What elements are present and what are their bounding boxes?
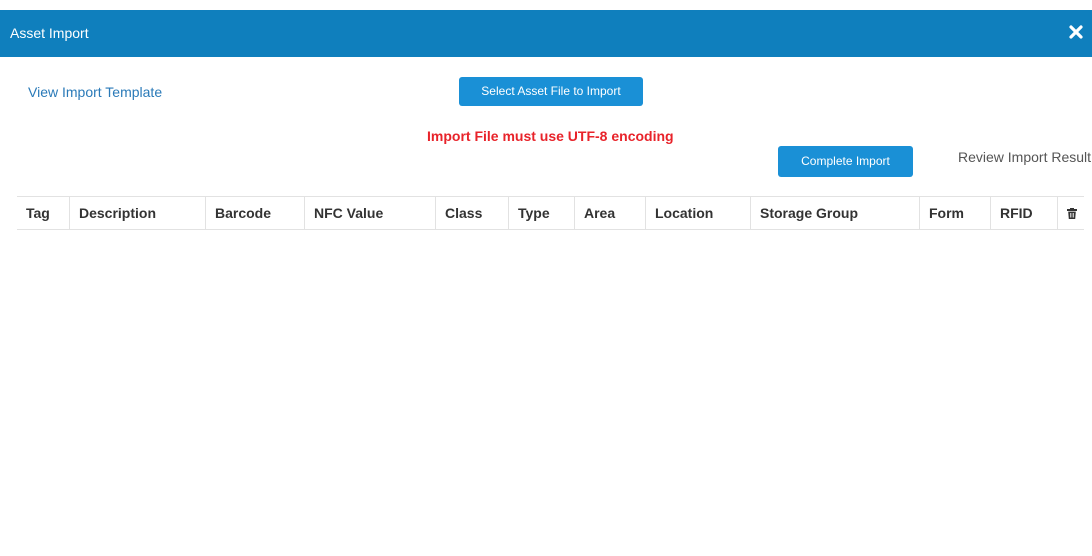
column-header-barcode[interactable]: Barcode [205,196,305,230]
column-header-description[interactable]: Description [69,196,206,230]
column-header-nfc-value[interactable]: NFC Value [304,196,436,230]
column-header-tag[interactable]: Tag [17,196,70,230]
import-grid: Tag Description Barcode NFC Value Class … [17,196,1084,230]
column-header-location[interactable]: Location [645,196,751,230]
review-import-result-link[interactable]: Review Import Result [958,149,1091,165]
select-asset-file-button[interactable]: Select Asset File to Import [459,77,643,106]
dialog-title: Asset Import [10,25,89,41]
column-header-type[interactable]: Type [508,196,575,230]
column-header-delete[interactable] [1057,196,1084,230]
table-header-row: Tag Description Barcode NFC Value Class … [17,196,1084,230]
complete-import-button[interactable]: Complete Import [778,146,913,177]
top-strip [0,0,1092,10]
column-header-form[interactable]: Form [919,196,991,230]
view-import-template-link[interactable]: View Import Template [28,84,162,100]
dialog-header: Asset Import [0,10,1092,57]
column-header-storage-group[interactable]: Storage Group [750,196,920,230]
column-header-rfid[interactable]: RFID [990,196,1058,230]
encoding-warning: Import File must use UTF-8 encoding [427,128,674,144]
close-icon[interactable] [1068,23,1084,41]
column-header-area[interactable]: Area [574,196,646,230]
trash-icon[interactable] [1067,206,1077,222]
column-header-class[interactable]: Class [435,196,509,230]
